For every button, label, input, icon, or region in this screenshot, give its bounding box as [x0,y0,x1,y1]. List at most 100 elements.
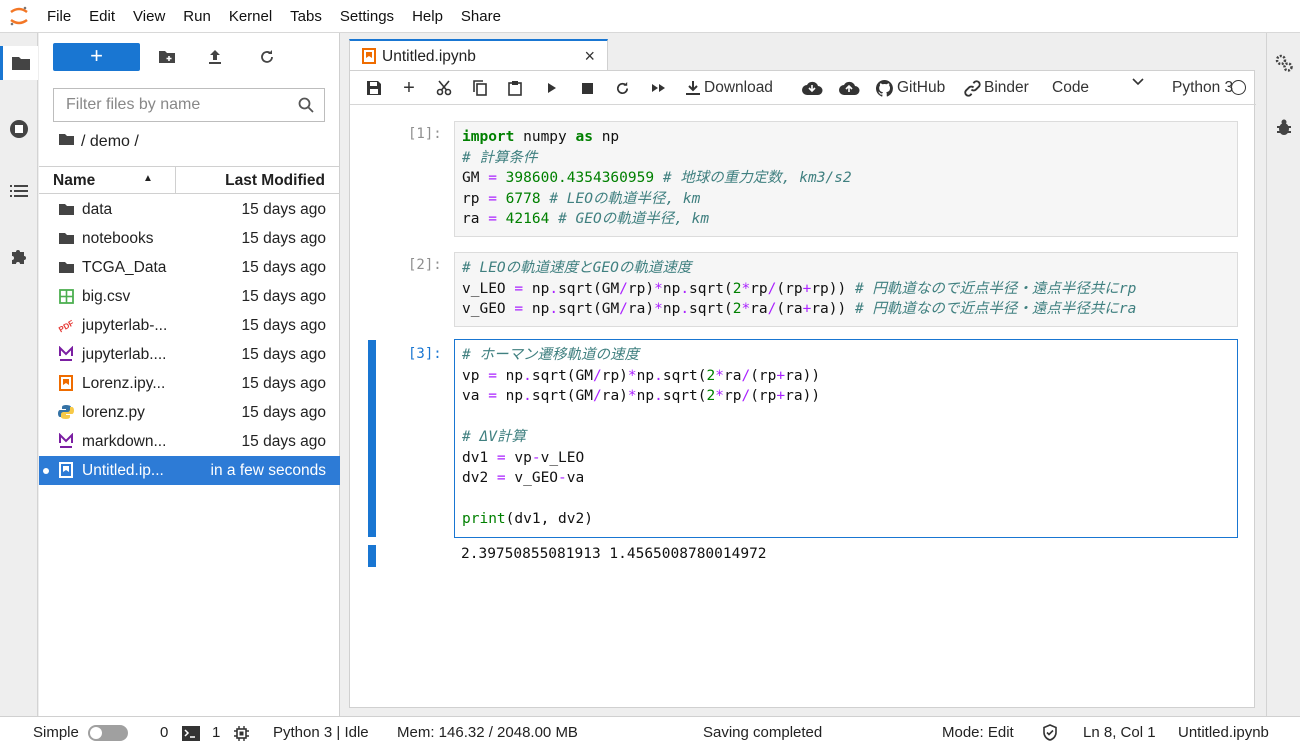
refresh-icon[interactable] [252,43,282,71]
github-button[interactable]: GitHub [876,77,945,99]
binder-button[interactable]: Binder [964,77,1029,99]
shield-check-icon[interactable] [1042,724,1058,745]
copy-icon[interactable] [470,77,490,99]
run-icon[interactable] [542,77,562,99]
file-row[interactable]: jupyterlab.... 15 days ago [39,340,340,369]
binder-label: Binder [984,79,1029,96]
tab-title: Untitled.ipynb [382,48,476,65]
menu-help[interactable]: Help [403,8,452,25]
terminals-count[interactable]: 0 [160,724,168,741]
menu-run[interactable]: Run [174,8,220,25]
add-cell-icon[interactable]: + [399,77,419,99]
file-name: markdown... [82,433,167,450]
file-row[interactable]: notebooks 15 days ago [39,224,340,253]
file-name: Untitled.ip... [82,462,164,479]
left-activity-bar [0,33,38,716]
upload-icon[interactable] [200,43,230,71]
notebook-panel: + Download GitHub Binder Code Python 3 [… [349,70,1256,708]
download-button[interactable]: Download [685,77,773,99]
file-browser-tab-folder-icon[interactable] [0,46,38,80]
restart-icon[interactable] [612,77,632,99]
terminal-icon[interactable] [182,726,200,745]
save-icon[interactable] [364,77,384,99]
file-name: lorenz.py [82,404,145,421]
file-row[interactable]: Untitled.ip... in a few seconds [39,456,340,485]
menu-tabs[interactable]: Tabs [281,8,331,25]
cell-type-select[interactable]: Code [1052,77,1162,99]
memory-usage: Mem: 146.32 / 2048.00 MB [397,724,578,741]
github-icon [876,79,893,97]
menu-file[interactable]: File [38,8,80,25]
menu-kernel[interactable]: Kernel [220,8,281,25]
file-row[interactable]: data 15 days ago [39,195,340,224]
cloud-download-icon[interactable] [800,77,824,99]
extensions-puzzle-icon[interactable] [0,239,38,273]
new-folder-icon[interactable] [152,43,182,71]
folder-icon [57,201,75,217]
fast-forward-icon[interactable] [647,77,669,99]
menu-bar: File Edit View Run Kernel Tabs Settings … [0,0,1300,33]
file-row[interactable]: Lorenz.ipy... 15 days ago [39,369,340,398]
menu-edit[interactable]: Edit [80,8,124,25]
input-collapser[interactable] [368,340,376,537]
code-editor[interactable]: # ホーマン遷移軌道の速度 vp = np.sqrt(GM/rp)*np.sqrt… [454,339,1238,538]
file-name: data [82,201,113,218]
new-launcher-button[interactable]: + [53,43,140,71]
column-name-header[interactable]: Name [53,172,95,190]
code-editor[interactable]: # LEOの軌道速度とGEOの軌道速度 v_LEO = np.sqrt(GM/rp… [454,252,1238,327]
kernel-idle-indicator-icon [1231,80,1246,95]
toggle-knob [90,727,102,739]
file-modified: 15 days ago [241,317,326,334]
file-name: notebooks [82,230,154,247]
code-editor[interactable]: import numpy as np # 計算条件 GM = 398600.4354… [454,121,1238,237]
tab-untitled-notebook[interactable]: Untitled.ipynb × [349,39,608,71]
kernel-name[interactable]: Python 3 [1172,77,1233,99]
kernel-status[interactable]: Python 3 | Idle [273,724,369,741]
stop-icon[interactable] [577,77,597,99]
cursor-position[interactable]: Ln 8, Col 1 [1083,724,1156,741]
menu-settings[interactable]: Settings [331,8,403,25]
filter-files-input[interactable] [54,96,284,114]
property-inspector-gears-icon[interactable] [1267,46,1300,80]
output-collapser[interactable] [368,545,376,567]
file-row[interactable]: TCGA_Data 15 days ago [39,253,340,282]
running-sessions-stop-icon[interactable] [0,112,38,146]
tab-bar: Untitled.ipynb × [341,33,1266,71]
file-name: jupyterlab.... [82,346,167,363]
file-list-header: Name ▲ Last Modified [39,166,340,194]
folder-icon[interactable] [58,133,75,151]
pdf-icon: PDF [57,317,75,333]
sort-ascending-icon[interactable]: ▲ [143,173,153,184]
simple-mode-toggle[interactable] [88,725,128,741]
paste-icon[interactable] [505,77,525,99]
main-dock-area: Untitled.ipynb × + Download GitHub Binde… [341,33,1266,716]
python-icon [57,404,75,420]
notebook-icon [57,462,75,478]
spreadsheet-icon [57,288,75,304]
kernel-chip-icon[interactable] [233,725,250,746]
table-of-contents-list-icon[interactable] [0,174,38,208]
cell-prompt: [1]: [408,126,442,142]
file-row[interactable]: big.csv 15 days ago [39,282,340,311]
status-bar: Simple 0 1 Python 3 | Idle Mem: 146.32 /… [0,716,1300,747]
folder-icon [57,259,75,275]
folder-icon [57,230,75,246]
menu-view[interactable]: View [124,8,174,25]
kernels-count[interactable]: 1 [212,724,220,741]
file-row[interactable]: PDF jupyterlab-... 15 days ago [39,311,340,340]
column-divider[interactable] [175,167,176,194]
file-modified: 15 days ago [241,230,326,247]
cut-icon[interactable] [434,77,454,99]
cloud-upload-icon[interactable] [837,77,861,99]
filter-files-field[interactable] [53,88,325,122]
file-row[interactable]: markdown... 15 days ago [39,427,340,456]
column-last-modified-header[interactable]: Last Modified [225,172,325,190]
debugger-bug-icon[interactable] [1267,111,1300,145]
file-name: jupyterlab-... [82,317,168,334]
close-icon[interactable]: × [584,46,595,67]
menu-share[interactable]: Share [452,8,510,25]
github-label: GitHub [897,79,946,96]
markdown-icon [57,433,75,449]
breadcrumb-path[interactable]: / demo / [81,133,139,151]
file-row[interactable]: lorenz.py 15 days ago [39,398,340,427]
